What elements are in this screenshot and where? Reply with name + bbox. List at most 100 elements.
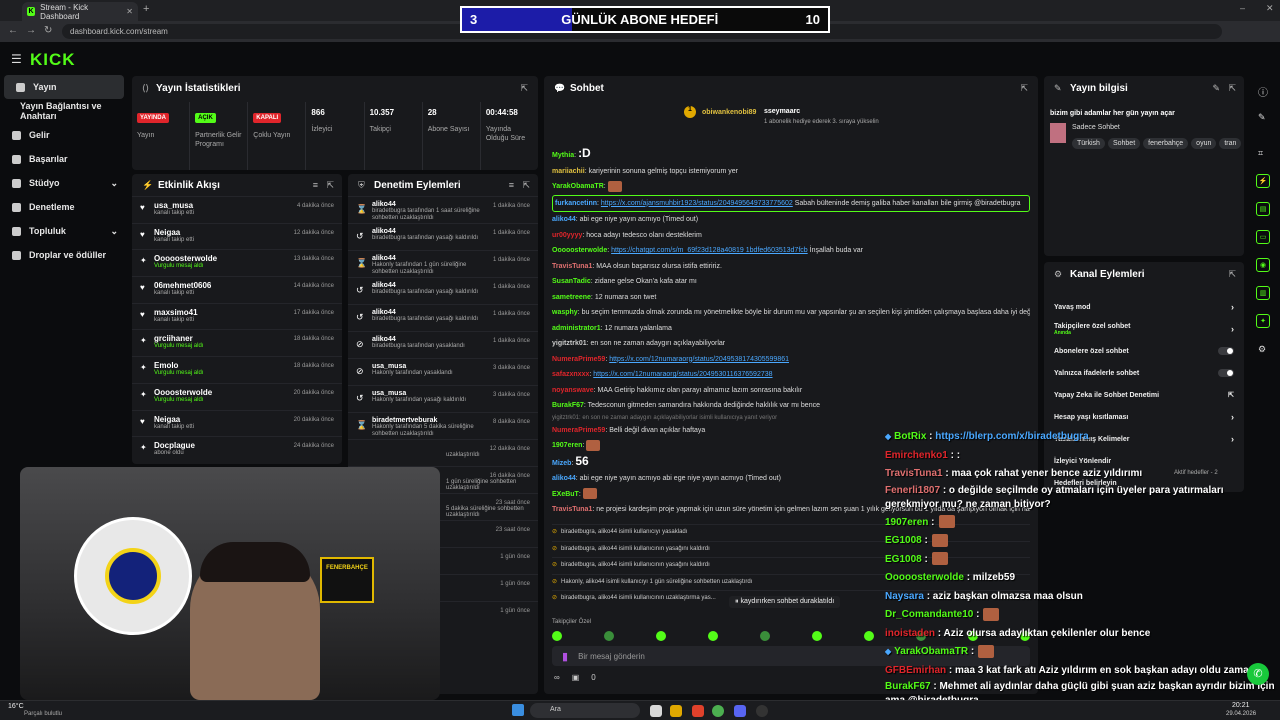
- chat-message[interactable]: furkancetinn: https://x.com/ajansmuhbir1…: [552, 194, 1030, 212]
- activity-row[interactable]: ♥ usa_musa kanalı takip etti 4 dakika önce: [132, 196, 342, 223]
- stream-tag[interactable]: Sohbet: [1107, 138, 1141, 149]
- radio-rail-icon[interactable]: ◉: [1256, 258, 1270, 272]
- chat-username[interactable]: wasphy: [552, 309, 578, 316]
- stream-tag[interactable]: Türkish: [1072, 138, 1105, 149]
- infinity-icon[interactable]: ∞: [554, 673, 560, 682]
- close-window-icon[interactable]: ✕: [1266, 3, 1274, 14]
- chat-message[interactable]: mariiachii: kariyerinin sonuna gelmiş to…: [552, 164, 1030, 180]
- chat-message[interactable]: ur00yyyy: hoca adayı tedesco olanı deste…: [552, 228, 1030, 244]
- clock-time[interactable]: 20:21: [1232, 702, 1250, 709]
- chat-username[interactable]: Mizeb: [552, 460, 571, 467]
- activity-row[interactable]: ✦ Docplague abone oldu 24 dakika önce: [132, 436, 342, 463]
- chat-message[interactable]: NumeraPrime59: https://x.com/12numaraorg…: [552, 352, 1030, 368]
- popout-icon[interactable]: ⇱: [1020, 83, 1028, 94]
- sidebar-item-studio[interactable]: Stüdyo ⌄: [0, 171, 130, 195]
- sidebar-item-stream[interactable]: Yayın: [4, 75, 124, 99]
- activity-row[interactable]: ♥ Neigaa kanalı takip etti 12 dakika önce: [132, 222, 342, 250]
- chat-username[interactable]: yigitztrk01: [552, 340, 587, 347]
- chat-link[interactable]: https://chatgpt.com/s/m_69f23d128a40819 …: [611, 247, 808, 254]
- wrench-rail-icon[interactable]: ✦: [1256, 314, 1270, 328]
- stream-tag[interactable]: fenerbahçe: [1143, 138, 1189, 149]
- emote-icon[interactable]: [864, 631, 874, 641]
- chat-username[interactable]: furkancetinn: [555, 200, 597, 207]
- chat-message[interactable]: sametreene: 12 numara son twet: [552, 290, 1030, 306]
- toggle-switch[interactable]: [1218, 347, 1234, 355]
- activity-row[interactable]: ♥ maxsimo41 kanalı takip etti 17 dakika önc…: [132, 302, 342, 330]
- moderation-row[interactable]: ⊘ aliko44 biradetbugra tarafından yasaklan…: [348, 331, 538, 358]
- filter-icon[interactable]: ≡: [509, 180, 514, 190]
- discord-icon[interactable]: [734, 705, 746, 717]
- chat-link[interactable]: https://x.com/ajansmuhbir1923/status/204…: [601, 200, 793, 207]
- sidebar-item-revenue[interactable]: Gelir: [0, 123, 130, 147]
- popout-icon[interactable]: ⇱: [520, 83, 528, 94]
- folder-icon[interactable]: [670, 705, 682, 717]
- new-tab-icon[interactable]: +: [143, 3, 149, 15]
- chat-username[interactable]: EXeBuT: [552, 491, 579, 498]
- back-icon[interactable]: ←: [8, 25, 18, 36]
- activity-row[interactable]: ✦ grciihaner Vurgulu mesaj aldı 18 dakika ö…: [132, 329, 342, 356]
- chat-message[interactable]: noyanswave: MAA Getirip hakkımız olan pa…: [552, 383, 1030, 399]
- menu-icon[interactable]: ☰: [11, 52, 22, 66]
- emote-icon[interactable]: [604, 631, 614, 641]
- chat-username[interactable]: 1907eren: [552, 442, 582, 449]
- moderation-row[interactable]: ⊘ usa_musa Hakonly tarafından yasaklandı 3 …: [348, 358, 538, 385]
- emote-icon[interactable]: [708, 631, 718, 641]
- emote-icon[interactable]: [760, 631, 770, 641]
- pen-rail-icon[interactable]: ✎: [1258, 112, 1266, 123]
- sidebar-item-moderation[interactable]: Denetleme: [0, 195, 130, 219]
- chat-username[interactable]: SusanTadic: [552, 278, 591, 285]
- stack-rail-icon[interactable]: ▥: [1256, 286, 1270, 300]
- chat-rail-icon[interactable]: ▭: [1256, 230, 1270, 244]
- settings-rail-icon[interactable]: ⚙: [1258, 344, 1266, 355]
- chat-link[interactable]: https://x.com/12numaraorg/status/2049538…: [609, 356, 789, 363]
- chrome-icon[interactable]: [712, 705, 724, 717]
- emote-icon[interactable]: [656, 631, 666, 641]
- activity-row[interactable]: ✦ Emolo Vurgulu mesaj aldı 18 dakika önce: [132, 356, 342, 383]
- chat-username[interactable]: Ooooosterwolde: [552, 247, 607, 254]
- moderation-row[interactable]: ↺ aliko44 biradetbugra tarafından yasağı k…: [348, 223, 538, 250]
- windows-start-icon[interactable]: [512, 704, 524, 716]
- channel-action-row[interactable]: Abonelere özel sohbet: [1044, 340, 1244, 362]
- moderation-row[interactable]: ⌛ aliko44 biradetbugra tarafından 1 saat s…: [348, 196, 538, 223]
- whatsapp-icon[interactable]: ✆: [1247, 663, 1269, 685]
- lightning-rail-icon[interactable]: ⚡: [1256, 174, 1270, 188]
- sidebar-item-stream-key[interactable]: Yayın Bağlantısı ve Anahtarı: [0, 99, 130, 123]
- channel-action-row[interactable]: Yapay Zeka ile Sohbet Denetimi ⇱: [1044, 384, 1244, 406]
- activity-row[interactable]: ♥ 06mehmet0606 kanalı takip etti 14 dakika …: [132, 276, 342, 303]
- activity-row[interactable]: ✦ Ooooosterwolde Vurgulu mesaj aldı 13 daki…: [132, 249, 342, 276]
- chat-message[interactable]: Mythia: :D: [552, 146, 1030, 164]
- chat-username[interactable]: Mythia: [552, 152, 574, 159]
- chat-message[interactable]: aliko44: abi ege niye yayın acmıyo (Time…: [552, 212, 1030, 228]
- chat-message[interactable]: Ooooosterwolde: https://chatgpt.com/s/m_…: [552, 243, 1030, 259]
- popout-icon[interactable]: ⇱: [522, 180, 530, 191]
- toggle-switch[interactable]: [1218, 369, 1234, 377]
- moderation-row[interactable]: ⌛ biradetmertveburak Hakonly tarafından 5 …: [348, 412, 538, 439]
- info-rail-icon[interactable]: ⓘ: [1258, 84, 1268, 99]
- popout-icon[interactable]: ⇱: [1228, 83, 1236, 94]
- sidebar-item-achievements[interactable]: Başarılar: [0, 147, 130, 171]
- moderation-row[interactable]: ↺ aliko44 biradetbugra tarafından yasağı k…: [348, 277, 538, 304]
- chat-message[interactable]: BurakF67: Tedesconun gitmeden samandıra …: [552, 398, 1030, 414]
- emote-icon[interactable]: [552, 631, 562, 641]
- chat-username[interactable]: aliko44: [552, 216, 576, 223]
- activity-row[interactable]: ✦ Oooosterwolde Vurgulu mesaj aldı 20 dakik…: [132, 382, 342, 410]
- chat-message[interactable]: YarakObamaTR:: [552, 179, 1030, 195]
- moderation-row[interactable]: ↺ aliko44 biradetbugra tarafından yasağı k…: [348, 304, 538, 331]
- clock-date[interactable]: 29.04.2026: [1226, 711, 1256, 717]
- moderation-row[interactable]: ⌛ aliko44 Hakonly tarafından 1 gün süreliğ…: [348, 250, 538, 277]
- moderation-row[interactable]: 12 dakika önce uzaklaştırıldı: [348, 439, 538, 466]
- chat-username[interactable]: aliko44: [552, 475, 576, 482]
- crop-rail-icon[interactable]: ⌗: [1258, 148, 1263, 159]
- kick-logo[interactable]: KICK: [30, 50, 76, 70]
- taskbar-search[interactable]: Ara: [530, 703, 640, 718]
- file-explorer-icon[interactable]: [650, 705, 662, 717]
- chat-message[interactable]: yigitztrk01: en son ne zaman adaygırı aç…: [552, 336, 1030, 352]
- close-tab-icon[interactable]: ✕: [126, 7, 133, 16]
- chat-username[interactable]: ur00yyyy: [552, 232, 582, 239]
- chat-username[interactable]: NumeraPrime59: [552, 427, 605, 434]
- edit-icon[interactable]: ✎: [1212, 83, 1220, 94]
- chat-username[interactable]: sametreene: [552, 294, 591, 301]
- stream-tag[interactable]: oyun: [1191, 138, 1217, 149]
- popout-icon[interactable]: ⇱: [1228, 269, 1236, 280]
- brave-icon[interactable]: [692, 705, 704, 717]
